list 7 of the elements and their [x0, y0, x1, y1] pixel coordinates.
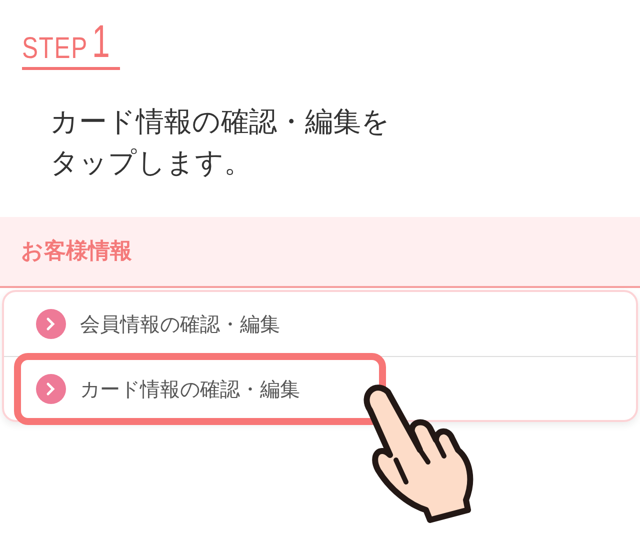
- chevron-icon: [36, 309, 66, 340]
- menu-item-link[interactable]: 会員情報の確認・編集: [80, 309, 280, 340]
- menu-item-link[interactable]: カード情報の確認・編集: [80, 374, 300, 404]
- chevron-icon: [36, 374, 66, 404]
- step-heading: STEP 1: [22, 18, 120, 70]
- section-title: お客様情報: [21, 238, 132, 266]
- instruction-text: カード情報の確認・編集をタップします。: [50, 104, 391, 181]
